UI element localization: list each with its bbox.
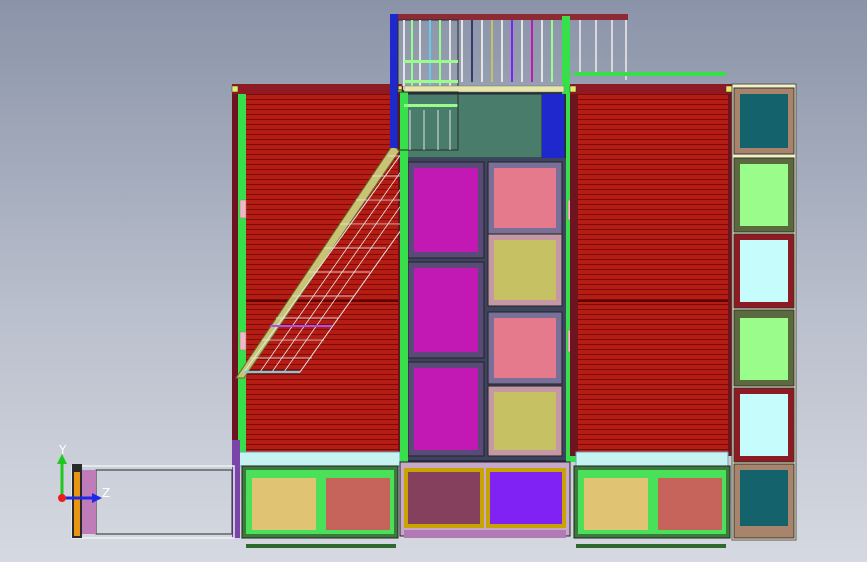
panel-magenta-2 [414, 268, 478, 352]
panel-olive-1 [494, 240, 556, 300]
z-axis-label: Z [102, 486, 110, 500]
panel-magenta-3 [414, 368, 478, 450]
center-module [400, 90, 576, 462]
y-axis-label: Y [58, 443, 67, 457]
panel-olive-2 [494, 392, 556, 450]
panel-pink-2 [494, 318, 556, 378]
left-corner-post [238, 86, 246, 456]
left-cladding [246, 94, 398, 452]
right-container [569, 84, 733, 467]
railing-blue-post [390, 14, 398, 148]
container-model[interactable] [0, 0, 867, 562]
x-axis-origin [58, 494, 66, 502]
center-left-post [400, 92, 408, 462]
base-storage-row [241, 461, 731, 548]
center-window [405, 93, 543, 159]
panel-pink-1 [494, 168, 556, 228]
graphics-viewport[interactable]: Y Z [0, 0, 867, 562]
panel-magenta-1 [414, 168, 478, 252]
axis-triad: Y Z [57, 443, 110, 503]
side-window-column [731, 83, 797, 541]
right-cladding [578, 94, 728, 452]
